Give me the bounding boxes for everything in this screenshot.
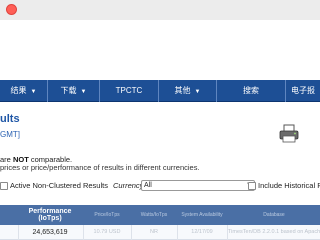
include-historical-label: Include Historical Res <box>258 181 320 190</box>
nav-item-label: 搜索 <box>243 86 259 95</box>
nav-item-newsletter[interactable]: 电子报 <box>286 80 320 102</box>
column-header-performance[interactable]: Performance (IoTps) <box>18 205 82 225</box>
currency-value: All <box>144 182 152 189</box>
nav-item-other[interactable]: 其他 ▼ <box>159 80 216 102</box>
main-navbar: 结果 ▼ 下载 ▼ TPCTC 其他 ▼ 搜索 电子报 <box>0 80 320 102</box>
chevron-down-icon: ▼ <box>80 89 87 95</box>
active-non-clustered-label: Active Non-Clustered Results <box>10 181 108 190</box>
chevron-down-icon: ▼ <box>30 89 37 95</box>
include-historical-checkbox[interactable] <box>248 182 256 190</box>
cell-database: TimesTen/DB 2.2.0.1 based on Apache IoTD… <box>228 229 320 235</box>
nav-item-search[interactable]: 搜索 <box>217 80 285 102</box>
page-title: ults <box>0 113 20 125</box>
nav-item-label: 结果 <box>10 86 27 95</box>
column-header-price[interactable]: Price/IoTps <box>84 205 130 225</box>
nav-item-label: 下载 <box>60 86 77 95</box>
printer-icon[interactable] <box>278 124 300 144</box>
nav-item-label: TPCTC <box>115 86 143 95</box>
column-header-database[interactable]: Database <box>228 205 320 225</box>
active-non-clustered-checkbox[interactable] <box>0 182 8 190</box>
nav-item-label: 电子报 <box>291 86 315 95</box>
results-table-header: Performance (IoTps) Price/IoTps Watts/Io… <box>0 205 320 225</box>
currency-note: prices or price/performance of results i… <box>0 163 200 172</box>
filter-row: Active Non-Clustered Results Currency: A… <box>0 179 320 193</box>
nav-item-tpctc[interactable]: TPCTC <box>100 80 158 102</box>
table-row: 24,653,619 10.79 USD NR 12/17/09 TimesTe… <box>0 225 320 240</box>
cell-price: 10.79 USD <box>93 229 121 235</box>
timezone-label: GMT] <box>0 130 20 139</box>
browser-top-bar <box>0 0 320 20</box>
window-close-button[interactable] <box>6 4 17 15</box>
chevron-down-icon: ▼ <box>194 89 201 95</box>
nav-item-results[interactable]: 结果 ▼ <box>0 80 47 102</box>
nav-item-download[interactable]: 下载 ▼ <box>48 80 99 102</box>
cell-performance: 24,653,619 <box>32 229 68 236</box>
currency-select[interactable]: All ▼ <box>141 180 255 191</box>
page-blank-area <box>0 20 320 80</box>
nav-item-label: 其他 <box>174 86 191 95</box>
cell-watts: NR <box>150 229 158 235</box>
column-header-watts[interactable]: Watts/IoTps <box>132 205 176 225</box>
column-header-availability[interactable]: System Availability <box>178 205 226 225</box>
cell-availability: 12/17/09 <box>191 229 213 235</box>
